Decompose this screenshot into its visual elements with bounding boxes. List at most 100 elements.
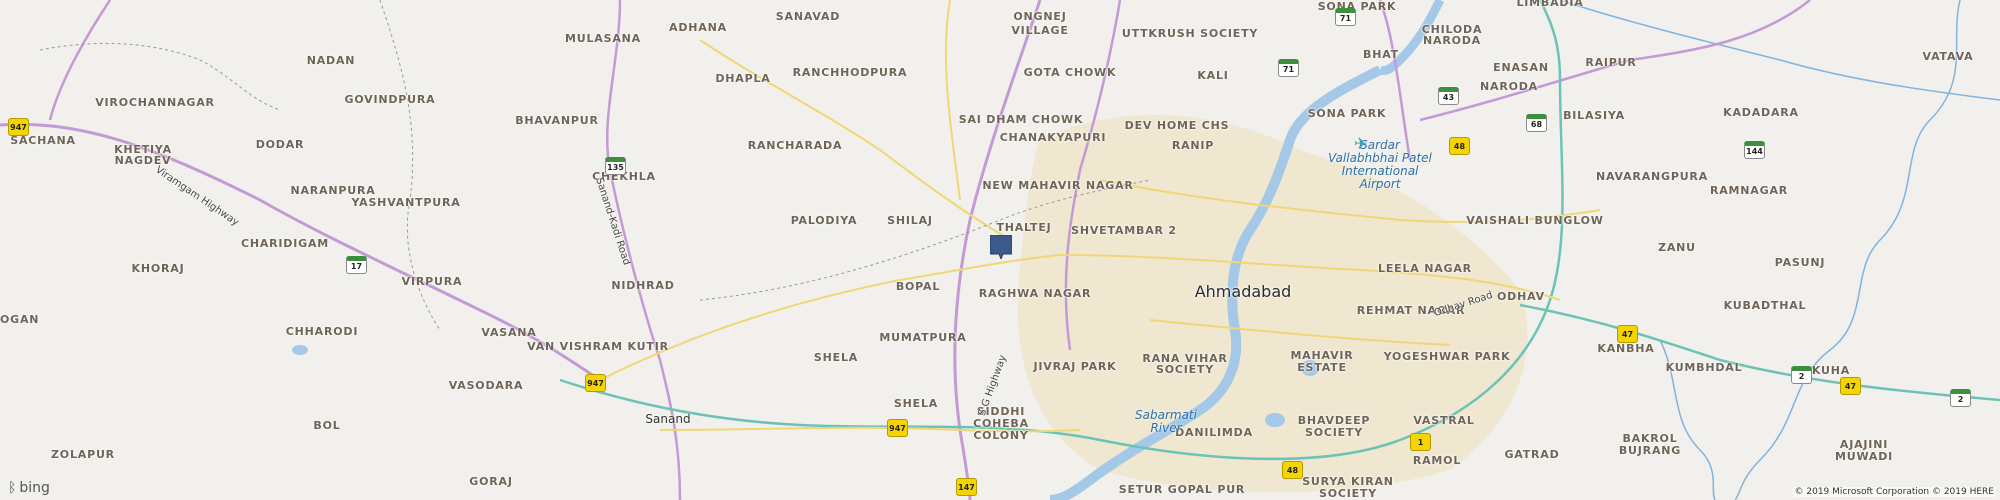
city-label: Sanand [645, 412, 691, 426]
place-label: SOCIETY [1155, 363, 1215, 376]
place-label: VASODARA [448, 379, 524, 392]
place-label: KUHA [1811, 364, 1851, 377]
river-east-1 [1734, 0, 1961, 500]
highway-shield-icon: 43 [1438, 87, 1459, 105]
place-label: KHORAJ [131, 262, 185, 275]
place-label: ODHAV [1497, 290, 1545, 303]
place-label: DEV HOME CHS [1124, 119, 1230, 132]
airport-icon: ✈ [1354, 134, 1368, 153]
place-label: ENASAN [1493, 61, 1549, 74]
place-label: RAIPUR [1585, 56, 1637, 69]
highway-shield-icon: 147 [956, 478, 977, 496]
place-label: LEELA NAGAR [1378, 262, 1472, 275]
place-label: PASUNJ [1774, 256, 1826, 269]
place-label: SAI DHAM CHOWK [958, 113, 1084, 126]
place-label: RANIP [1171, 139, 1215, 152]
bing-branding: ᛒ bing [8, 480, 50, 496]
place-label: RANCHHODPURA [792, 66, 908, 79]
place-label: RANCHARADA [747, 139, 843, 152]
place-label: MUWADI [1834, 450, 1894, 463]
place-label: RAMOL [1412, 454, 1462, 467]
place-label: LIMBADIA [1516, 0, 1584, 9]
place-label: BOL [313, 419, 341, 432]
place-label: BHAT [1363, 48, 1399, 61]
bing-logo-icon: ᛒ [8, 480, 17, 496]
place-label: VASTRAL [1413, 414, 1475, 427]
place-label: MUMATPURA [879, 331, 967, 344]
place-label: VIRPURA [401, 275, 463, 288]
place-label: KADADARA [1723, 106, 1799, 119]
place-label: VAN VISHRAM KUTIR [527, 340, 669, 353]
place-label: ZOLAPUR [51, 448, 115, 461]
place-label: KUBADTHAL [1723, 299, 1807, 312]
place-label: BOPAL [895, 280, 941, 293]
place-label: RAMNAGAR [1709, 184, 1789, 197]
place-label: SHELA [813, 351, 859, 364]
place-label: CHARIDIGAM [240, 237, 330, 250]
place-label: VAISHALI BUNGLOW [1466, 214, 1604, 227]
place-label: SHELA [893, 397, 939, 410]
place-label: VIROCHANNAGAR [95, 96, 215, 109]
place-label: SANAVAD [775, 10, 841, 23]
place-label: CHHARODI [285, 325, 359, 338]
place-label: BHAVANPUR [515, 114, 599, 127]
place-label: SOCIETY [1304, 426, 1364, 439]
city-label: Ahmadabad [1194, 282, 1292, 301]
copyright-notice: © 2019 Microsoft Corporation © 2019 HERE [1792, 487, 1996, 497]
place-label: MULASANA [565, 32, 641, 45]
place-label: NAGDEV [114, 154, 172, 167]
place-label: ZANU [1658, 241, 1696, 254]
bing-logo-text: bing [19, 480, 50, 496]
place-label: NAVARANGPURA [1595, 170, 1709, 183]
place-label: UTTKRUSH SOCIETY [1121, 27, 1259, 40]
water-label: Sabarmati River [1135, 409, 1197, 435]
lake [292, 345, 308, 355]
highway-shield-icon: 48 [1449, 137, 1470, 155]
place-label: NEW MAHAVIR NAGAR [982, 179, 1134, 192]
place-label: SETUR GOPAL PUR [1118, 483, 1246, 496]
highway-shield-icon: 144 [1744, 141, 1765, 159]
water-label: Sardar Vallabhbhai Patel International Airp… [1328, 139, 1432, 191]
location-pin[interactable] [990, 235, 1012, 259]
place-label: GOTA CHOWK [1023, 66, 1117, 79]
water-label-line: River [1150, 421, 1182, 435]
place-label: ONGNEJ [1013, 10, 1067, 23]
highway-shield-icon: 47 [1840, 377, 1861, 395]
highway-shield-icon: 48 [1282, 461, 1303, 479]
pin-marker-shape [990, 235, 1012, 259]
highway-shield-icon: 17 [346, 256, 367, 274]
place-label: ADHANA [669, 21, 727, 34]
place-label: KANBHA [1597, 342, 1655, 355]
place-label: VATAVA [1922, 50, 1974, 63]
highway-shield-icon: 68 [1526, 114, 1547, 132]
place-label: DODAR [255, 138, 305, 151]
highway-purple-1 [0, 122, 601, 382]
highway-purple-5 [1378, 0, 1412, 161]
place-label: VILLAGE [1011, 24, 1069, 37]
road-yellow-4 [944, 0, 961, 201]
place-label: VASANA [481, 326, 537, 339]
place-label: YOGESHWAR PARK [1383, 350, 1511, 363]
place-label: OGAN [0, 313, 40, 326]
place-label: SHVETAMBAR 2 [1071, 224, 1177, 237]
place-label: RAGHWA NAGAR [978, 287, 1092, 300]
map-canvas[interactable]: SANAVAD ADHANA ONGNEJ VILLAGE UTTKRUSH SOCIE… [0, 0, 2000, 500]
highway-shield-icon: 947 [585, 374, 606, 392]
place-label: KUMBHDAL [1665, 361, 1743, 374]
highway-shield-icon: 947 [887, 419, 908, 437]
place-label: COLONY [973, 429, 1029, 442]
place-label: SONA PARK [1317, 0, 1397, 13]
place-label: DHAPLA [715, 72, 771, 85]
place-label: CHANAKYAPURI [999, 131, 1107, 144]
place-label: THALTEJ [996, 221, 1052, 234]
highway-shield-icon: 2 [1791, 366, 1812, 384]
highway-teal-east [1519, 303, 2000, 402]
place-label: GORAJ [469, 475, 513, 488]
place-label: GATRAD [1504, 448, 1560, 461]
highway-shield-icon: 1 [1410, 433, 1431, 451]
highway-shield-icon: 71 [1335, 8, 1356, 26]
place-label: GOVINDPURA [344, 93, 436, 106]
highway-shield-icon: 947 [8, 118, 29, 136]
highway-shield-icon: 71 [1278, 59, 1299, 77]
place-label: PALODIYA [790, 214, 858, 227]
